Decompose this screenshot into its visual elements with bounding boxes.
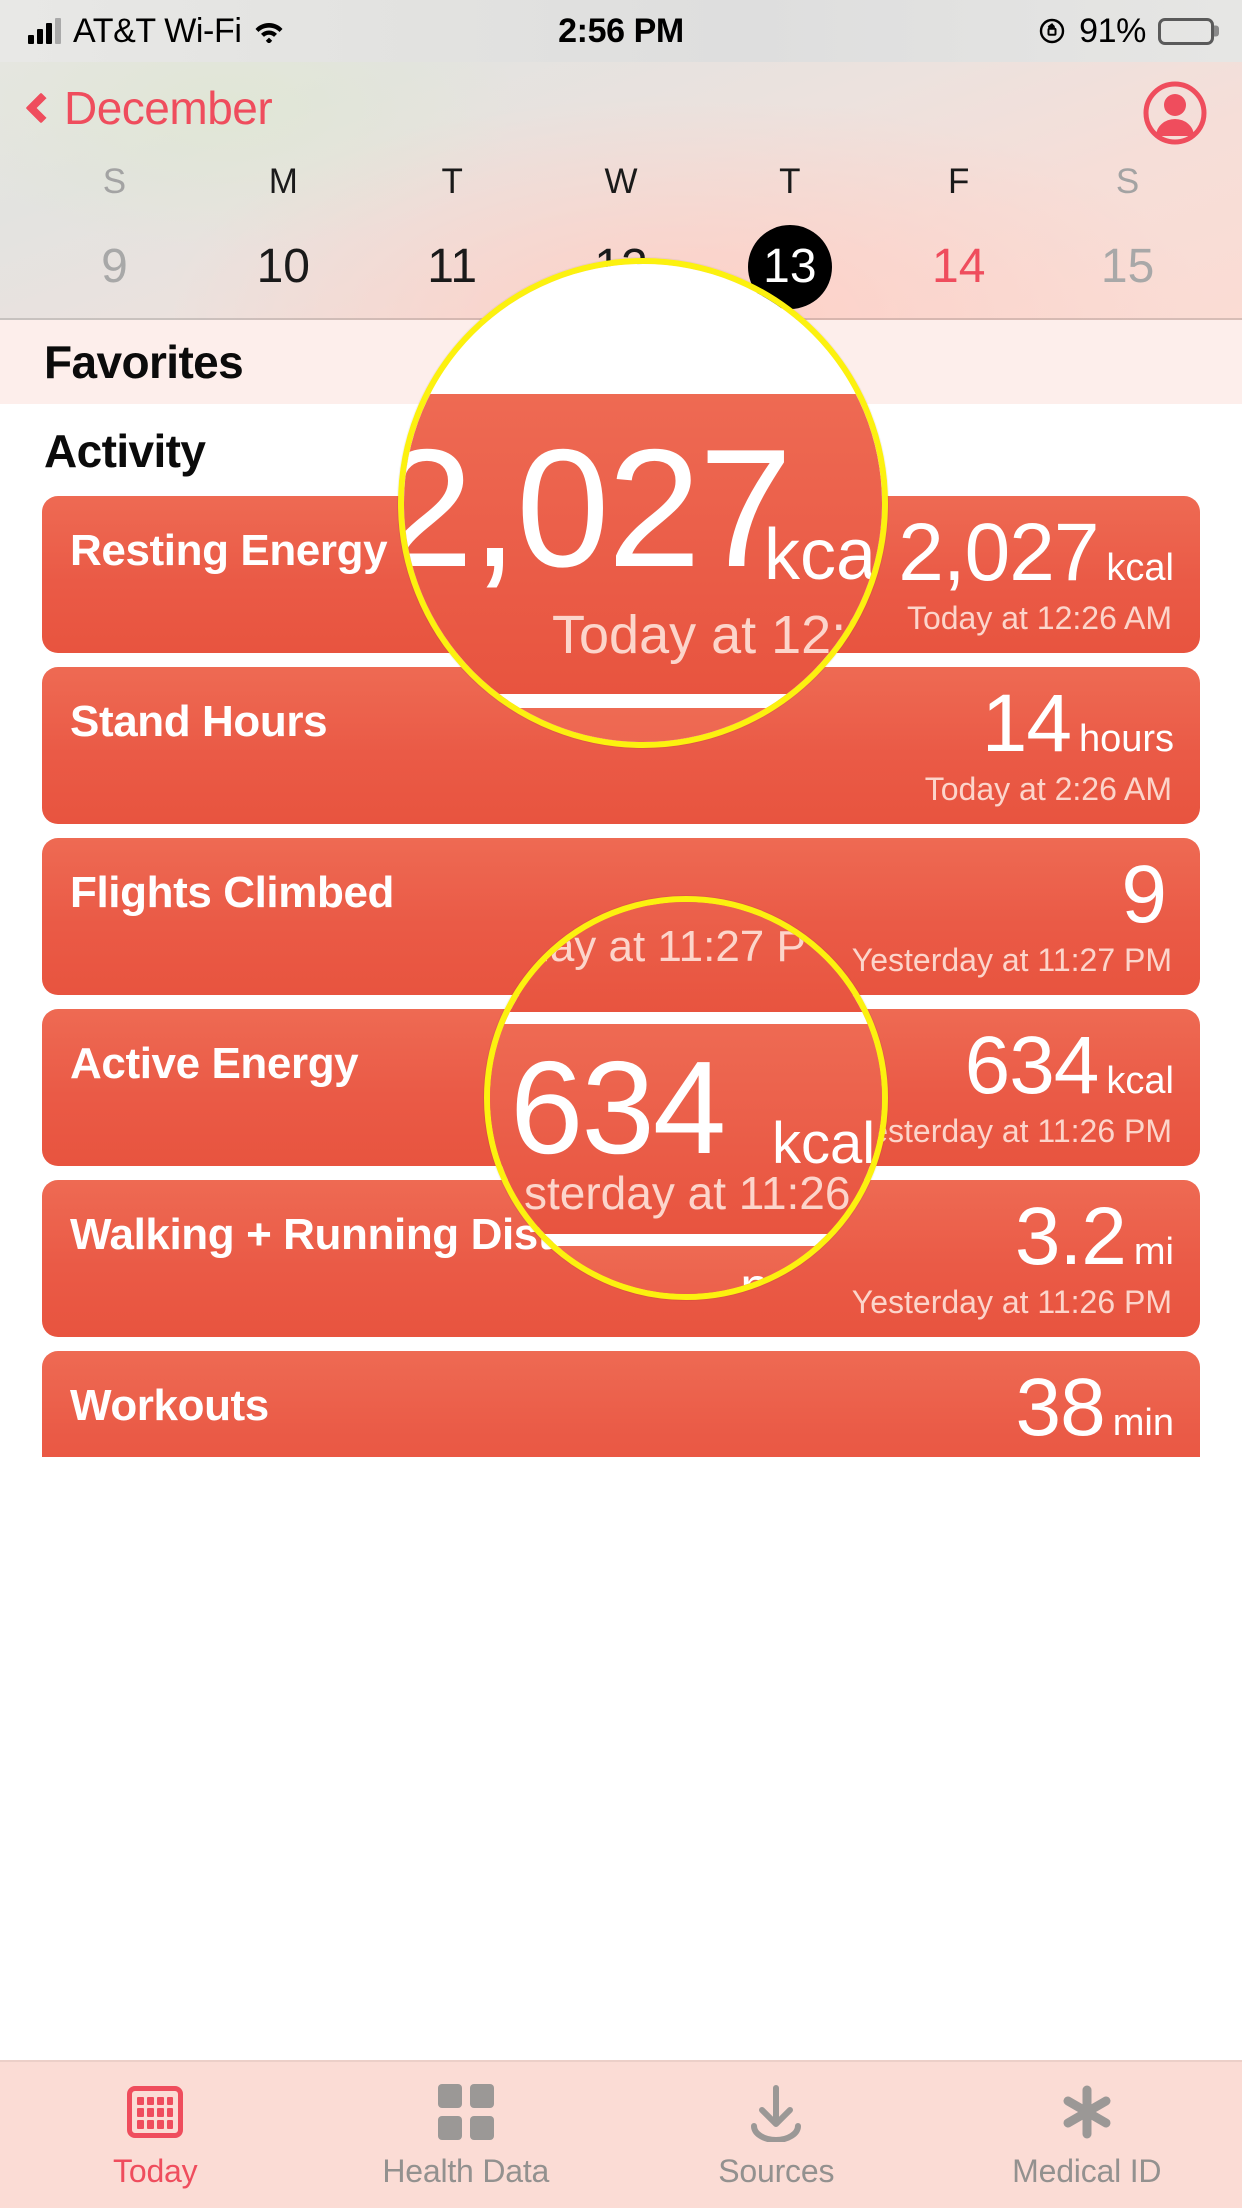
metric-timestamp: Yesterday at 11:26 PM [852,1113,1172,1150]
magnified-value: 2,027 [398,424,790,592]
date-cell-10[interactable]: 10 [199,199,368,309]
metric-value-row: 2,027 kcal [898,512,1174,594]
date-label-6: 15 [1086,225,1170,309]
tab-health-data[interactable]: Health Data [311,2062,622,2208]
magnified-timestamp: Today at 12:26 AM [552,604,888,666]
metric-value: 634 [965,1025,1099,1107]
carrier-label: AT&T Wi-Fi [73,12,242,51]
navigation-bar: December [0,62,1242,154]
magnified-card-walking-running [490,1246,888,1300]
magnified-timestamp: sterday at 11:26 PM [524,1166,888,1220]
magnified-card-gap [490,1012,888,1024]
metric-value-row: 634 kcal [965,1025,1174,1107]
day-initial-3: W [537,164,706,199]
tab-medical-id[interactable]: Medical ID [932,2062,1242,2208]
date-cell-15[interactable]: 15 [1043,199,1212,309]
date-cell-9[interactable]: 9 [30,199,199,309]
magnified-tail-unit: mi [740,1254,799,1300]
cellular-signal-icon [28,18,61,44]
metric-value: 2,027 [898,512,1098,594]
metric-unit: kcal [1106,547,1174,590]
download-arrow-icon [746,2081,806,2143]
week-col-4[interactable]: T [705,164,874,199]
tab-bar: Today Health Data Sources Medical [0,2060,1242,2208]
week-col-0[interactable]: S [30,164,199,199]
day-initial-5: F [874,164,1043,199]
status-bar-right: 91% [684,12,1214,51]
week-col-5[interactable]: F [874,164,1043,199]
status-bar-left: AT&T Wi-Fi [28,12,558,51]
back-button[interactable]: December [26,81,272,135]
calendar-icon [127,2081,183,2143]
metric-label: Workouts [70,1381,269,1431]
chevron-left-icon [25,92,56,123]
status-bar: AT&T Wi-Fi 2:56 PM 91% [0,0,1242,62]
tab-label: Medical ID [1012,2153,1161,2190]
metric-unit: mi [1134,1231,1174,1274]
date-label-1: 10 [241,225,325,309]
metric-value: 14 [982,683,1071,765]
magnified-card-gap [404,696,888,708]
rotation-lock-icon [1037,16,1067,46]
day-initial-0: S [30,164,199,199]
metric-timestamp: Yesterday at 11:26 PM [852,1284,1172,1321]
tab-label: Today [113,2153,197,2190]
wifi-icon [254,19,284,43]
metric-timestamp: Yesterday at 11:27 PM [852,942,1172,979]
magnifier-resting-energy: 2,027 kcal Today at 12:26 AM 14 AM [398,258,888,748]
metric-timestamp: Today at 12:26 AM [907,600,1172,637]
day-initial-1: M [199,164,368,199]
metric-label: Flights Climbed [70,868,394,918]
metric-value-row: 38 min [1016,1367,1174,1449]
magnified-card-gap-2 [490,1234,888,1246]
magnified-unit: kcal [764,514,888,596]
metric-label: Resting Energy [70,526,387,576]
metric-value: 9 [1121,854,1166,936]
day-initial-6: S [1043,164,1212,199]
favorites-title: Favorites [44,335,243,389]
clock-label: 2:56 PM [558,12,684,51]
day-initial-2: T [368,164,537,199]
week-col-6[interactable]: S [1043,164,1212,199]
battery-icon [1158,18,1214,45]
tab-sources[interactable]: Sources [621,2062,932,2208]
date-label-0: 9 [72,225,156,309]
profile-avatar-icon[interactable] [1142,80,1208,146]
asterisk-icon [1057,2081,1117,2143]
date-cell-14[interactable]: 14 [874,199,1043,309]
week-col-1[interactable]: M [199,164,368,199]
metric-unit: hours [1079,718,1174,761]
metric-label: Stand Hours [70,697,327,747]
metric-unit: min [1113,1402,1174,1445]
metric-timestamp: Today at 2:26 AM [925,771,1172,808]
grid-squares-icon [438,2081,494,2143]
date-label-5: 14 [917,225,1001,309]
metric-unit: kcal [1106,1060,1174,1103]
metric-label: Active Energy [70,1039,358,1089]
activity-title: Activity [44,424,205,478]
metric-value-row: 3.2 mi [1015,1196,1174,1278]
magnified-upper-timestamp-fragment: terday at 11:27 P [484,922,806,972]
day-initial-4: T [705,164,874,199]
back-button-label: December [64,81,272,135]
metric-value-row: 14 hours [982,683,1174,765]
week-col-3[interactable]: W [537,164,706,199]
magnified-value: 634 [510,1042,724,1174]
tab-label: Sources [718,2153,834,2190]
metric-value: 38 [1016,1367,1105,1449]
tab-today[interactable]: Today [0,2062,311,2208]
week-col-2[interactable]: T [368,164,537,199]
week-day-initials-row: S M T W T F S [30,164,1212,199]
metric-value-row: 9 [1121,854,1174,936]
status-bar-center: 2:56 PM [558,12,684,51]
metric-card-workouts[interactable]: Workouts 38 min [42,1351,1200,1457]
tab-label: Health Data [382,2153,549,2190]
metric-value: 3.2 [1015,1196,1126,1278]
battery-percent-label: 91% [1079,12,1146,51]
magnifier-active-energy: terday at 11:27 P 634 kcal sterday at 11… [484,896,888,1300]
